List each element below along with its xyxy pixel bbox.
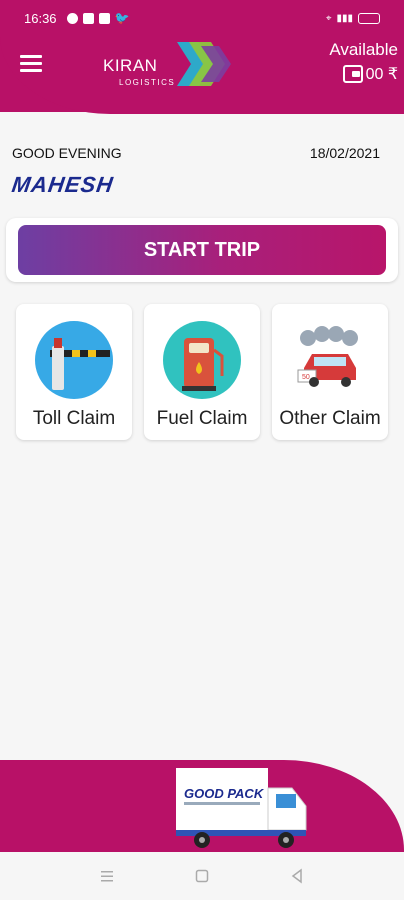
- status-time: 16:36: [24, 10, 57, 26]
- user-name: MAHESH: [10, 172, 116, 197]
- location-icon: ⌖: [325, 12, 332, 24]
- footer-banner: GOOD PACK: [0, 760, 404, 852]
- notification-icons: 🐦: [66, 11, 130, 25]
- recent-apps-icon[interactable]: [99, 868, 115, 884]
- kiran-logo: KIRAN LOGISTICS: [103, 38, 233, 90]
- app-icon: [98, 12, 110, 24]
- twitter-icon: 🐦: [114, 11, 130, 25]
- app-notification-icon: [66, 12, 78, 24]
- fuel-claim-label: Fuel Claim: [156, 408, 248, 429]
- menu-icon[interactable]: [20, 55, 42, 73]
- svg-text:50: 50: [302, 374, 310, 381]
- toll-claim-card[interactable]: Toll Claim: [16, 304, 132, 440]
- status-bar: 16:36 🐦 ⌖ ▮▮▮: [0, 0, 404, 36]
- back-icon[interactable]: [289, 868, 305, 884]
- fuel-pump-icon: [163, 321, 241, 399]
- greeting-text: GOOD EVENING: [12, 145, 122, 161]
- signal-icon: ▮▮▮: [336, 12, 353, 24]
- start-trip-card: START TRIP: [6, 218, 398, 282]
- chevron-logo-icon: [177, 42, 231, 86]
- balance-amount: 00 ₹: [365, 66, 398, 83]
- brand-subtitle: LOGISTICS: [119, 78, 176, 87]
- mail-icon: [82, 12, 94, 24]
- wallet-balance[interactable]: Available 00 ₹: [329, 40, 398, 84]
- available-label: Available: [329, 40, 398, 59]
- brand-name: KIRAN: [103, 56, 158, 75]
- home-icon[interactable]: [194, 868, 210, 884]
- toll-claim-label: Toll Claim: [32, 408, 116, 429]
- car-wash-icon: 50: [297, 326, 358, 387]
- battery-icon: [358, 12, 380, 24]
- current-date: 18/02/2021: [309, 145, 380, 161]
- other-claim-label: Other Claim: [279, 408, 381, 429]
- wallet-icon: [342, 65, 363, 83]
- system-nav-bar: [0, 852, 404, 900]
- other-claim-card[interactable]: 50 Other Claim: [272, 304, 388, 440]
- start-trip-button[interactable]: START TRIP: [18, 225, 386, 275]
- delivery-truck-icon: GOOD PACK: [176, 768, 307, 848]
- system-icons: ⌖ ▮▮▮: [325, 12, 380, 24]
- truck-brand: GOOD PACK: [184, 786, 265, 801]
- fuel-claim-card[interactable]: Fuel Claim: [144, 304, 260, 440]
- claims-grid: Toll Claim Fuel Claim 50 Other Claim: [16, 304, 390, 440]
- toll-gate-icon: [35, 321, 113, 399]
